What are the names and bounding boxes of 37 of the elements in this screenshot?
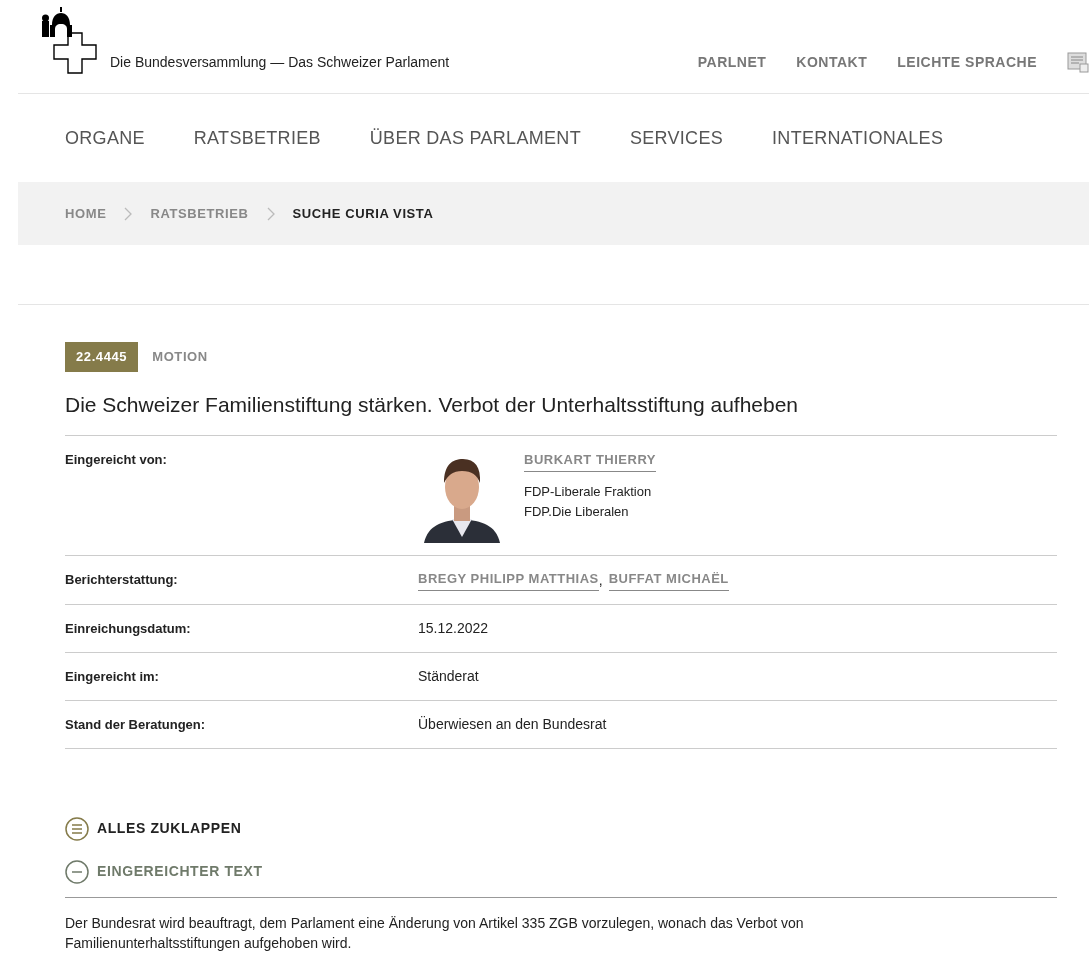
breadcrumb-link[interactable]: RATSBETRIEB	[150, 203, 249, 224]
chevron-icon	[266, 206, 275, 221]
parliament-logo[interactable]	[40, 5, 100, 75]
party-text: FDP-Liberale Fraktion	[524, 482, 653, 501]
reporter-link[interactable]: BUFFAT MICHAËL	[608, 569, 729, 591]
breadcrumb-link[interactable]: HOME	[65, 203, 107, 224]
reporter-link[interactable]: BREGY PHILIPP MATTHIAS	[418, 569, 599, 591]
business-title: Die Schweizer Familienstiftung stärken. Verbot der Unterhaltsstiftung aufheben	[65, 391, 800, 418]
collapse-all-button[interactable]: ALLES ZUKLAPPEN	[65, 816, 242, 841]
detail-label: Eingereicht von:	[65, 451, 168, 469]
business-type: MOTION	[152, 348, 208, 366]
chevron-icon	[124, 206, 133, 221]
list-icon	[65, 816, 89, 841]
nav-link[interactable]: RATSBETRIEB	[193, 124, 321, 152]
party-text: FDP.Die Liberalen	[524, 502, 630, 521]
minus-icon	[65, 859, 89, 884]
business-number-badge: 22.4445	[65, 342, 139, 372]
author-link[interactable]: BURKART THIERRY	[524, 450, 656, 472]
site-title[interactable]: Die Bundesversammlung — Das Schweizer Parlament	[110, 52, 450, 73]
detail-label: Einreichungsdatum:	[65, 619, 192, 638]
section-toggle[interactable]: EINGEREICHTER TEXT	[65, 859, 1057, 898]
detail-value: Ständerat	[418, 667, 479, 684]
nav-link[interactable]: SERVICES	[629, 124, 724, 152]
header-link[interactable]: LEICHTE SPRACHE	[897, 51, 1037, 73]
detail-label: Eingereicht im:	[65, 667, 160, 686]
separator-text: ,	[598, 570, 603, 590]
nav-link[interactable]: ORGANE	[65, 124, 145, 152]
detail-label: Stand der Beratungen:	[65, 715, 207, 734]
detail-value: Überwiesen an den Bundesrat	[418, 715, 607, 732]
breadcrumb-link[interactable]: SUCHE CURIA VISTA	[292, 203, 434, 224]
detail-value: 15.12.2022	[418, 619, 489, 636]
nav-link[interactable]: INTERNATIONALES	[772, 124, 944, 152]
detail-label: Berichterstattung:	[65, 571, 179, 589]
nav-link[interactable]: ÜBER DAS PARLAMENT	[369, 124, 581, 152]
header-link[interactable]: PARLNET	[697, 51, 767, 73]
header-link[interactable]: KONTAKT	[796, 51, 868, 73]
section-text: Der Bundesrat wird beauftragt, dem Parlament eine Änderung von Artikel 335 ZGB vorzulegen, wonach das Verbot von Familienunterhaltsstiftungen aufgehoben wird.	[65, 913, 805, 953]
